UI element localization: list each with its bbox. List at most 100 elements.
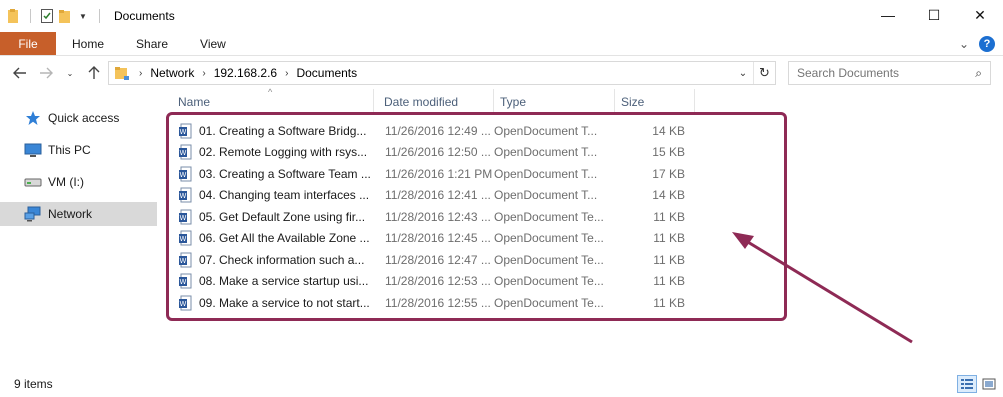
recent-locations-button[interactable]: ⌄ [60, 63, 80, 83]
file-name: 04. Changing team interfaces ... [199, 188, 370, 203]
ribbon-right-controls: ⌄ ? [959, 34, 995, 54]
minimize-button[interactable]: — [865, 0, 911, 30]
breadcrumb-host[interactable]: 192.168.2.6 [214, 66, 277, 80]
large-icons-view-button[interactable] [979, 375, 999, 393]
file-type-cell: OpenDocument T... [494, 145, 598, 160]
up-button[interactable] [84, 63, 104, 83]
file-name-cell[interactable]: W 03. Creating a Software Team ... [168, 166, 374, 182]
window-title: Documents [114, 9, 175, 23]
sidebar-item-network[interactable]: Network [0, 202, 157, 226]
computer-icon [24, 142, 42, 158]
sidebar-item-quick-access[interactable]: Quick access [0, 106, 157, 130]
tab-home[interactable]: Home [56, 32, 120, 55]
file-size-cell: 11 KB [653, 252, 685, 267]
svg-text:W: W [180, 192, 187, 200]
table-row[interactable]: W 03. Creating a Software Team ... 11/26/2… [168, 163, 685, 185]
table-row[interactable]: W 05. Get Default Zone using fir... 11/28/… [168, 206, 685, 228]
document-icon: W [179, 295, 192, 311]
file-date-cell: 11/28/2016 12:41 ... [385, 188, 491, 203]
document-icon: W [179, 273, 192, 289]
maximize-button[interactable]: ☐ [911, 0, 957, 30]
toolbar-divider [30, 9, 31, 23]
chevron-right-icon[interactable]: › [285, 68, 288, 79]
breadcrumb-documents[interactable]: Documents [296, 66, 357, 80]
properties-icon[interactable] [39, 8, 55, 24]
file-name-cell[interactable]: W 02. Remote Logging with rsys... [168, 144, 374, 160]
column-headers: Name Date modified Type Size [168, 89, 695, 115]
file-type-cell: OpenDocument Te... [494, 274, 604, 289]
refresh-icon[interactable]: ↻ [753, 62, 775, 84]
column-header-type[interactable]: Type [494, 89, 615, 115]
sidebar-item-label: Quick access [48, 111, 120, 125]
file-size-cell: 11 KB [653, 274, 685, 289]
file-name: 05. Get Default Zone using fir... [199, 209, 366, 224]
file-name: 09. Make a service to not start... [199, 295, 370, 310]
file-name-cell[interactable]: W 05. Get Default Zone using fir... [168, 209, 374, 225]
svg-text:W: W [180, 128, 187, 136]
forward-button[interactable] [36, 63, 56, 83]
address-bar[interactable]: › Network › 192.168.2.6 › Documents ⌄ ↻ [108, 61, 776, 85]
file-name-cell[interactable]: W 08. Make a service startup usi... [168, 273, 374, 289]
drive-icon [24, 174, 42, 190]
help-icon[interactable]: ? [979, 36, 995, 52]
table-row[interactable]: W 06. Get All the Available Zone ... 11/28… [168, 228, 685, 250]
svg-text:W: W [180, 278, 187, 286]
tab-file[interactable]: File [0, 32, 56, 55]
table-row[interactable]: W 02. Remote Logging with rsys... 11/26/20… [168, 142, 685, 164]
file-type-cell: OpenDocument T... [494, 166, 598, 181]
file-date-cell: 11/26/2016 12:50 ... [385, 145, 491, 160]
close-button[interactable]: ✕ [957, 0, 1003, 30]
file-date-cell: 11/28/2016 12:55 ... [385, 295, 491, 310]
table-row[interactable]: W 07. Check information such a... 11/28/20… [168, 249, 685, 271]
file-size-cell: 11 KB [653, 209, 685, 224]
document-icon: W [179, 187, 192, 203]
back-arrow-icon [13, 67, 26, 79]
ribbon-tabs: File Home Share View ⌄ ? [0, 32, 1003, 56]
breadcrumb-network[interactable]: Network [150, 66, 194, 80]
sidebar-item-vm-drive[interactable]: VM (I:) [0, 170, 157, 194]
folder-app-icon [6, 8, 22, 24]
column-header-date-modified[interactable]: Date modified [374, 89, 494, 115]
table-row[interactable]: W 04. Changing team interfaces ... 11/28/2… [168, 185, 685, 207]
customize-toolbar-icon[interactable]: ▼ [75, 8, 91, 24]
file-type-cell: OpenDocument Te... [494, 295, 604, 310]
document-icon: W [179, 252, 192, 268]
search-box[interactable]: ⌕ [788, 61, 991, 85]
file-name-cell[interactable]: W 07. Check information such a... [168, 252, 374, 268]
file-name-cell[interactable]: W 01. Creating a Software Bridg... [168, 123, 374, 139]
table-row[interactable]: W 08. Make a service startup usi... 11/28/… [168, 271, 685, 293]
chevron-right-icon[interactable]: › [202, 68, 205, 79]
table-row[interactable]: W 09. Make a service to not start... 11/28… [168, 292, 685, 314]
expand-ribbon-icon[interactable]: ⌄ [959, 37, 969, 51]
details-view-button[interactable] [957, 375, 977, 393]
window-controls: — ☐ ✕ [865, 0, 1003, 30]
table-row[interactable]: W 01. Creating a Software Bridg... 11/26/2… [168, 120, 685, 142]
network-folder-icon [115, 67, 129, 80]
address-dropdown-icon[interactable]: ⌄ [733, 62, 753, 84]
column-header-size[interactable]: Size [615, 89, 695, 115]
file-size-cell: 14 KB [652, 188, 685, 203]
chevron-down-icon: ⌄ [66, 68, 74, 78]
file-name: 08. Make a service startup usi... [199, 274, 369, 289]
large-icons-view-icon [982, 378, 996, 390]
chevron-right-icon[interactable]: › [139, 68, 142, 79]
quick-access-toolbar: ▼ [0, 8, 106, 24]
tab-share[interactable]: Share [120, 32, 184, 55]
sidebar-item-this-pc[interactable]: This PC [0, 138, 157, 162]
search-icon[interactable]: ⌕ [975, 66, 982, 81]
sidebar-item-label: This PC [48, 143, 91, 157]
file-list-pane: ^ Name Date modified Type Size W 01. Crea… [160, 87, 1003, 371]
file-name-cell[interactable]: W 06. Get All the Available Zone ... [168, 230, 374, 246]
search-input[interactable] [797, 66, 967, 80]
file-name-cell[interactable]: W 09. Make a service to not start... [168, 295, 374, 311]
tab-view[interactable]: View [184, 32, 242, 55]
file-type-cell: OpenDocument Te... [494, 209, 604, 224]
column-header-name[interactable]: Name [168, 89, 374, 115]
document-icon: W [179, 144, 192, 160]
back-button[interactable] [10, 63, 30, 83]
new-folder-icon[interactable] [57, 8, 73, 24]
svg-text:W: W [180, 257, 187, 265]
file-rows: W 01. Creating a Software Bridg... 11/26/2… [168, 120, 685, 314]
file-name-cell[interactable]: W 04. Changing team interfaces ... [168, 187, 374, 203]
toolbar-divider [99, 9, 100, 23]
